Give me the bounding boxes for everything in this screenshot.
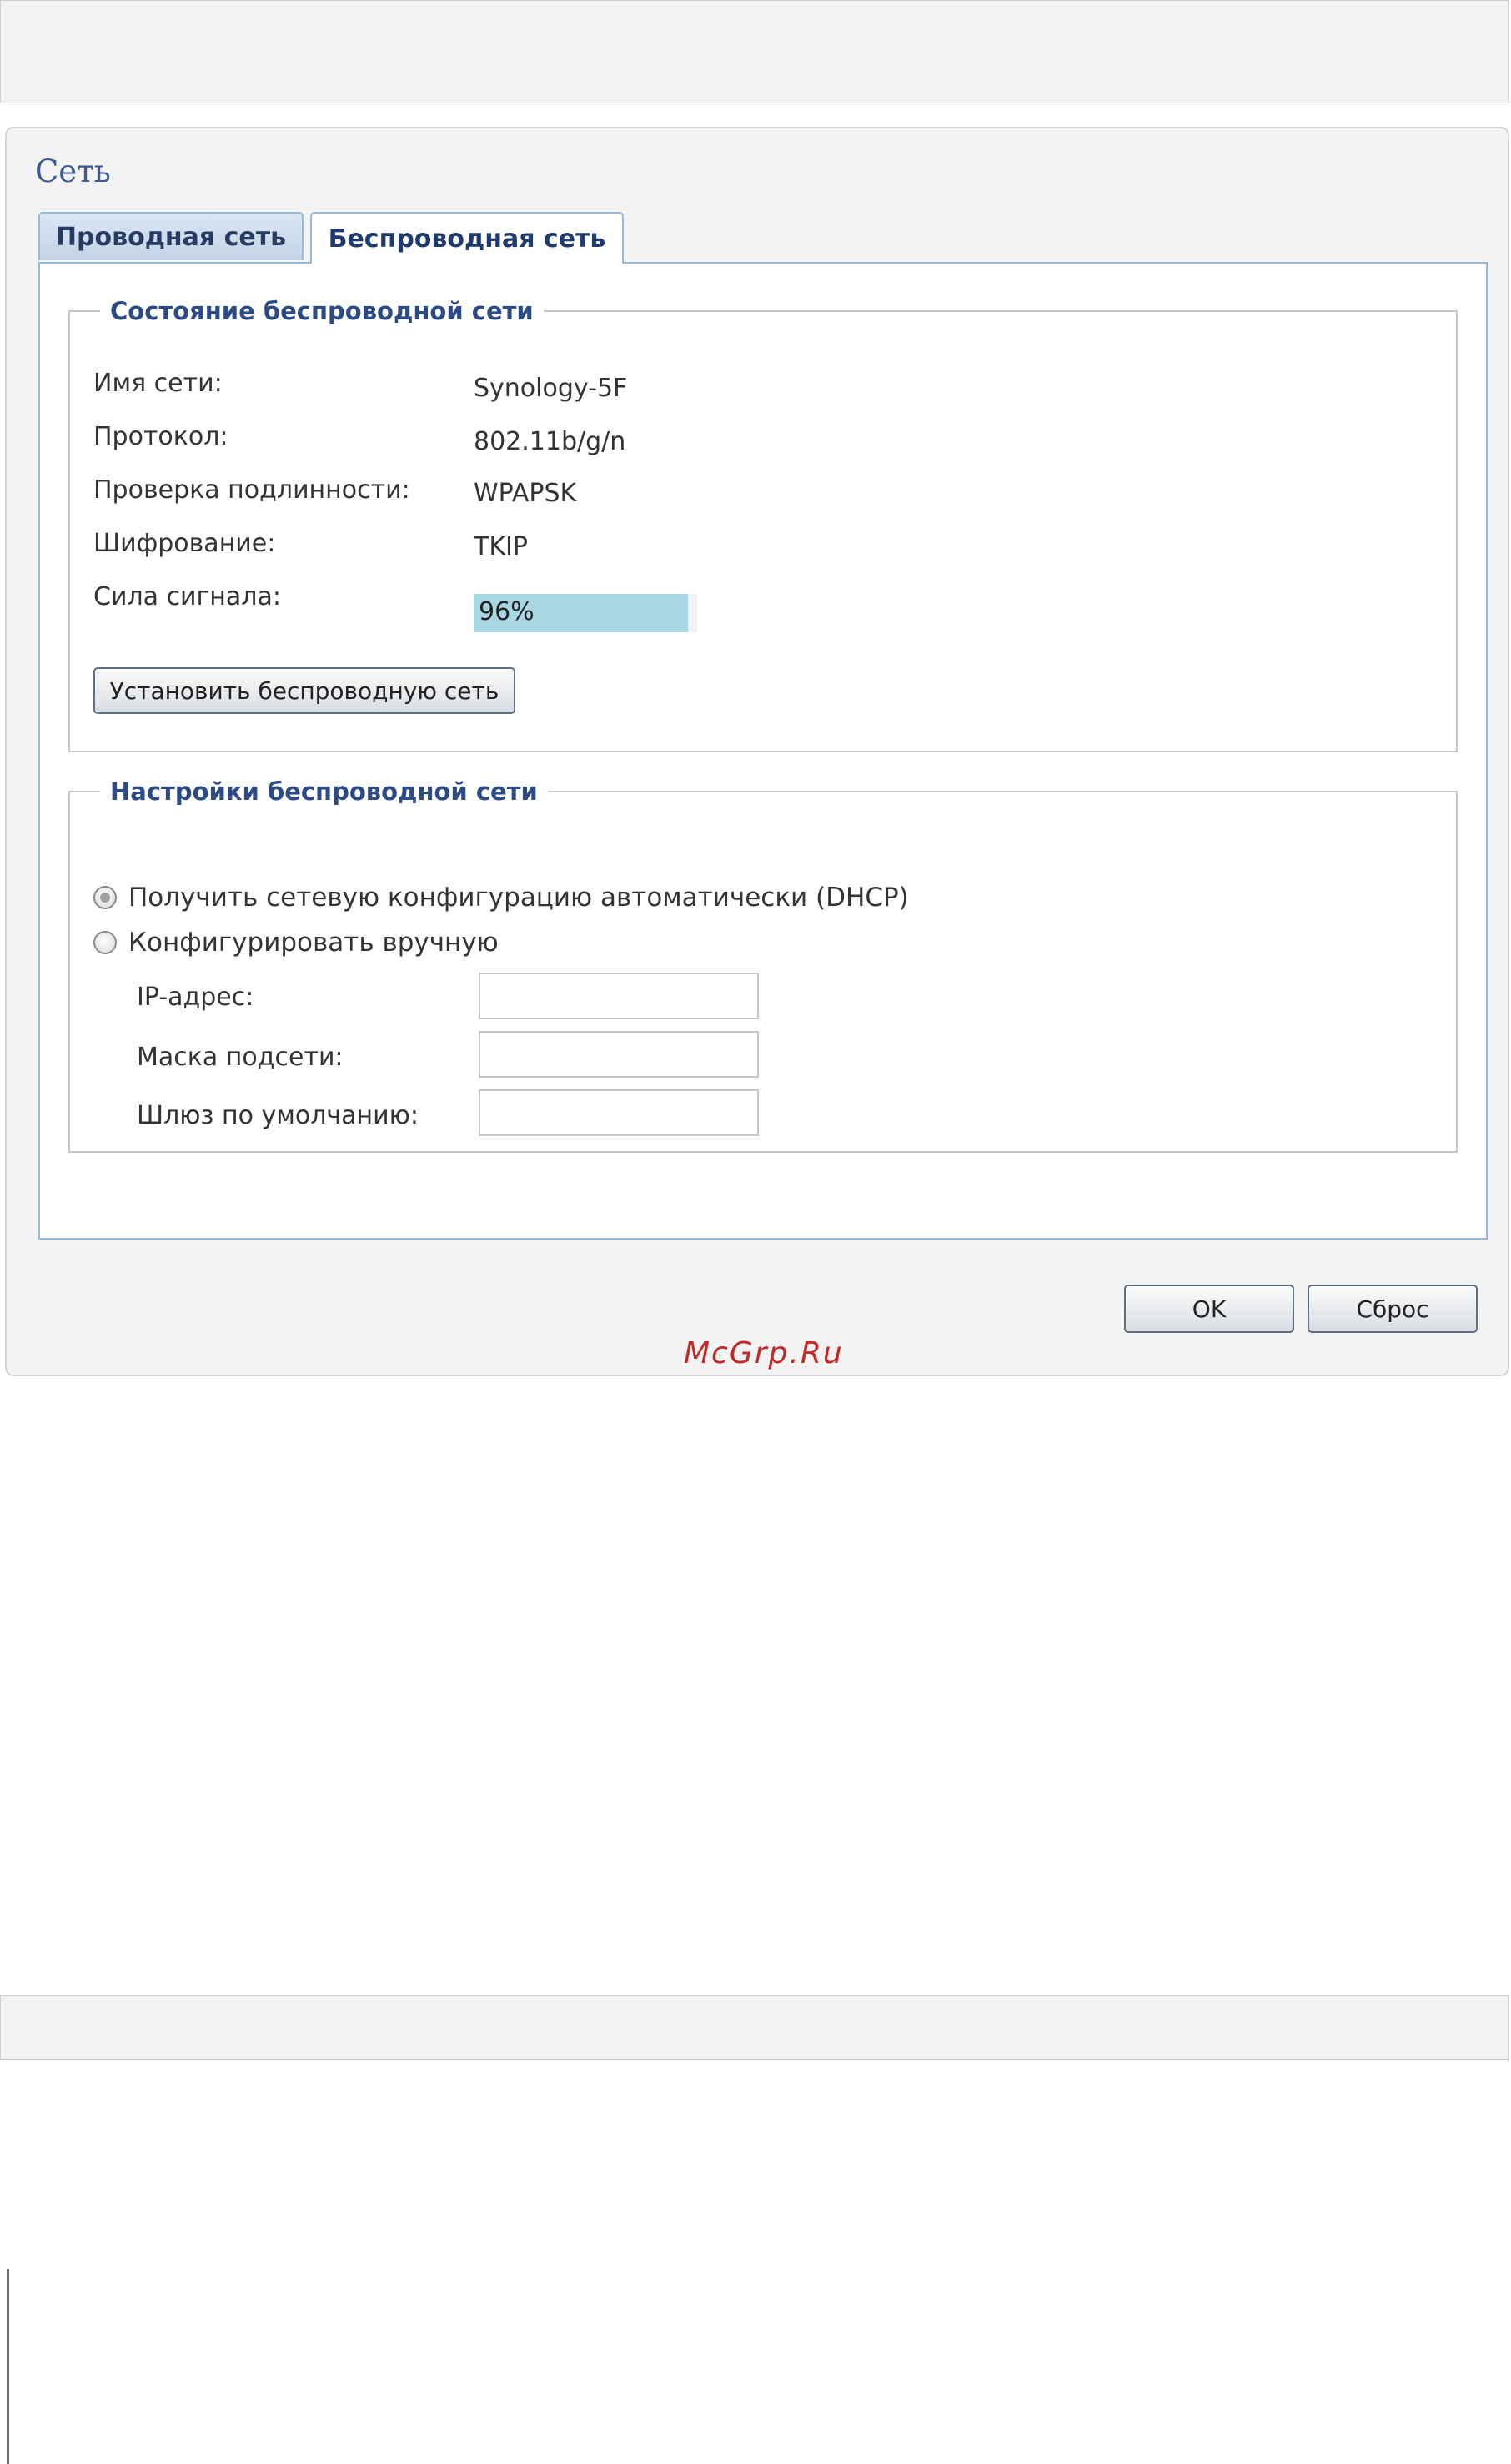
wireless-settings-group: Настройки беспроводной сети Получить сет… [68, 777, 1458, 1153]
dhcp-radio-option[interactable]: Получить сетевую конфигурацию автоматиче… [93, 883, 909, 913]
manual-radio-label: Конфигурировать вручную [128, 928, 499, 958]
manual-radio-option[interactable]: Конфигурировать вручную [93, 928, 499, 958]
encryption-label: Шифрование: [93, 529, 276, 558]
wireless-status-legend: Состояние беспроводной сети [110, 297, 534, 325]
signal-strength-label: Сила сигнала: [93, 582, 281, 611]
protocol-label: Протокол: [93, 422, 228, 451]
subnet-mask-label: Маска подсети: [137, 1043, 344, 1072]
wireless-tab-panel: Состояние беспроводной сети Имя сети: Sy… [38, 262, 1488, 1240]
signal-strength-bar: 96% [474, 594, 697, 632]
dhcp-radio[interactable] [93, 886, 117, 909]
default-gateway-label: Шлюз по умолчанию: [137, 1101, 419, 1130]
window-title: Сеть [35, 153, 111, 189]
ok-button[interactable]: OK [1124, 1285, 1294, 1333]
ip-address-label: IP-адрес: [137, 983, 254, 1012]
tab-wired-network[interactable]: Проводная сеть [38, 212, 304, 260]
ip-address-field[interactable] [479, 973, 759, 1019]
left-margin-rule [7, 2269, 9, 2464]
wireless-settings-legend: Настройки беспроводной сети [110, 777, 538, 806]
bottom-page-band [0, 1995, 1509, 2060]
network-name-label: Имя сети: [93, 369, 223, 398]
authentication-label: Проверка подлинности: [93, 475, 410, 505]
default-gateway-field[interactable] [479, 1089, 759, 1136]
manual-radio[interactable] [93, 931, 117, 954]
network-name-value: Synology-5F [474, 374, 628, 403]
encryption-value: TKIP [474, 532, 528, 561]
setup-wireless-button[interactable]: Установить беспроводную сеть [93, 667, 515, 714]
dhcp-radio-dot [100, 893, 110, 903]
network-window: Сеть Проводная сеть Беспроводная сеть Со… [5, 127, 1509, 1376]
protocol-value: 802.11b/g/n [474, 427, 626, 456]
wireless-status-group: Состояние беспроводной сети Имя сети: Sy… [68, 297, 1458, 752]
top-page-band [0, 0, 1509, 103]
tab-wireless-network[interactable]: Беспроводная сеть [310, 212, 624, 264]
reset-button[interactable]: Сброс [1308, 1285, 1478, 1333]
signal-strength-value: 96% [479, 597, 535, 626]
dhcp-radio-label: Получить сетевую конфигурацию автоматиче… [128, 883, 909, 913]
subnet-mask-field[interactable] [479, 1031, 759, 1078]
watermark-text: McGrp.Ru [684, 1336, 844, 1370]
authentication-value: WPAPSK [474, 479, 577, 508]
